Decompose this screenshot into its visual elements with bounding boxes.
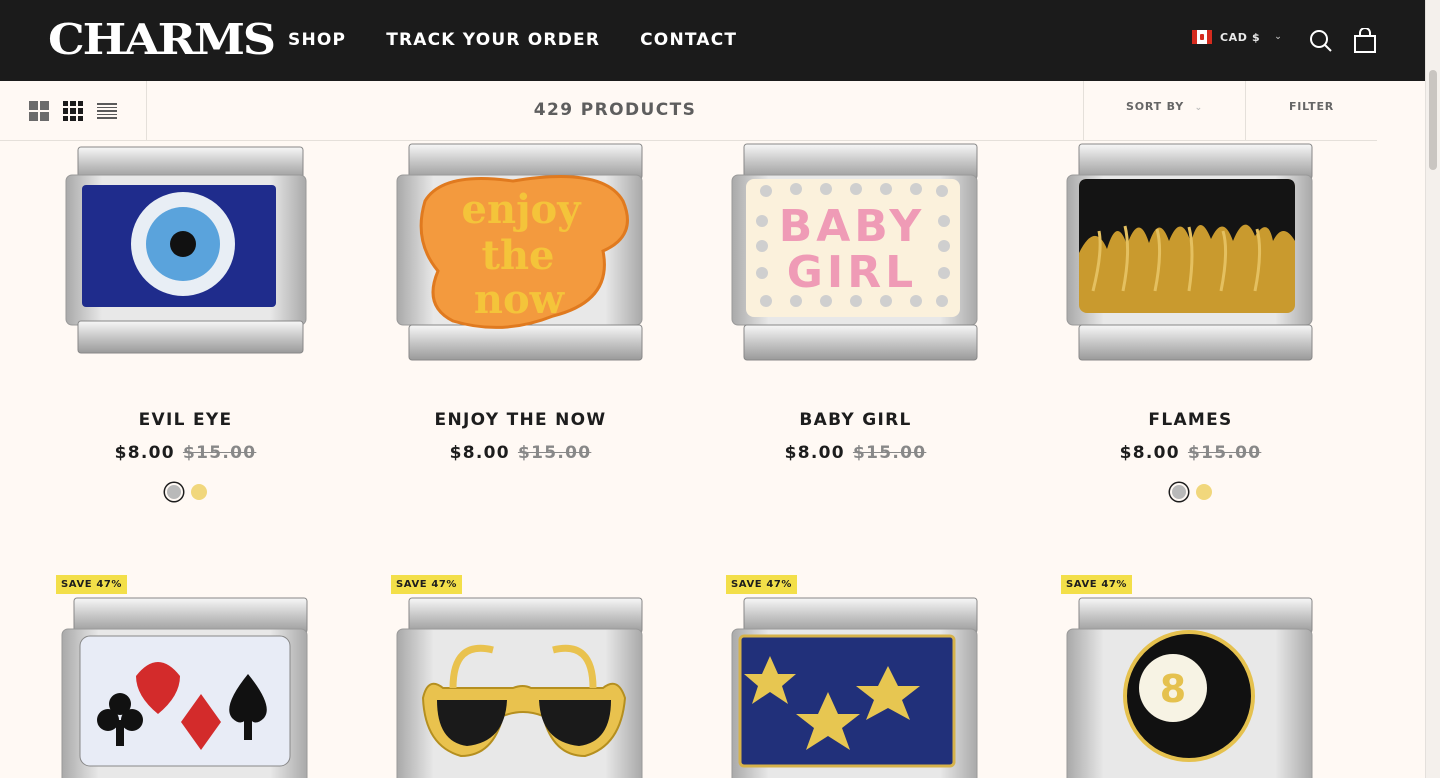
card-suits-charm-image[interactable]	[18, 596, 353, 778]
charm-text-the: the	[481, 232, 554, 279]
product-name[interactable]: BABY GIRL	[688, 410, 1023, 430]
sale-badge: SAVE 47%	[1061, 575, 1133, 594]
chevron-down-icon: ⌄	[1194, 103, 1203, 113]
sale-badge: SAVE 47%	[56, 575, 128, 594]
site-header: CHARMS SHOP TRACK YOUR ORDER CONTACT CAD…	[0, 0, 1425, 81]
search-icon[interactable]	[1308, 28, 1334, 54]
compare-price: $15.00	[1187, 443, 1262, 463]
sale-price: $8.00	[114, 443, 175, 463]
nav-contact[interactable]: CONTACT	[640, 28, 737, 52]
scrollbar-thumb[interactable]	[1429, 70, 1437, 170]
product-name[interactable]: ENJOY THE NOW	[353, 410, 688, 430]
product-price: $8.00 $15.00	[1023, 443, 1358, 463]
baby-girl-charm-image[interactable]: BABY GIRL	[688, 141, 1023, 371]
charm-text-enjoy: enjoy	[462, 186, 583, 233]
grid-2-view-icon[interactable]	[29, 101, 49, 121]
product-price: $8.00 $15.00	[18, 443, 353, 463]
gold-swatch[interactable]	[190, 484, 207, 500]
sunglasses-charm-image[interactable]	[353, 596, 688, 778]
list-view-icon[interactable]	[97, 101, 117, 121]
site-logo[interactable]: CHARMS	[48, 16, 276, 64]
enjoy-the-now-charm-image[interactable]: enjoy the now	[353, 141, 688, 371]
canada-flag-icon	[1192, 30, 1212, 44]
nav-shop[interactable]: SHOP	[288, 28, 346, 52]
product-name[interactable]: FLAMES	[1023, 410, 1358, 430]
silver-swatch[interactable]	[164, 483, 183, 501]
charm-text-now: now	[474, 276, 566, 323]
cart-bag-icon[interactable]	[1352, 28, 1378, 54]
sort-by-label: SORT BY	[1126, 100, 1184, 113]
eight-ball-charm-image[interactable]: 8	[1023, 596, 1358, 778]
charm-text-baby: BABY	[779, 201, 926, 252]
product-price: $8.00 $15.00	[353, 443, 688, 463]
compare-price: $15.00	[517, 443, 592, 463]
sale-price: $8.00	[449, 443, 510, 463]
silver-swatch[interactable]	[1169, 483, 1188, 501]
compare-price: $15.00	[182, 443, 257, 463]
nav-track-order[interactable]: TRACK YOUR ORDER	[386, 28, 600, 52]
charm-text-girl: GIRL	[787, 247, 917, 298]
layout-switcher	[0, 81, 147, 141]
chevron-down-icon: ⌄	[1274, 32, 1283, 42]
filter-button[interactable]: FILTER	[1246, 81, 1377, 141]
grid-3-view-icon[interactable]	[63, 101, 83, 121]
stars-charm-image[interactable]	[688, 596, 1023, 778]
sort-by-button[interactable]: SORT BY ⌄	[1083, 81, 1246, 141]
gold-swatch[interactable]	[1195, 484, 1212, 500]
sale-badge: SAVE 47%	[391, 575, 463, 594]
collection-toolbar: 429 PRODUCTS SORT BY ⌄ FILTER	[0, 81, 1377, 141]
product-count: 429 PRODUCTS	[533, 100, 697, 120]
evil-eye-charm-image[interactable]	[18, 141, 353, 371]
currency-selector[interactable]: CAD $ ⌄	[1192, 30, 1282, 44]
sale-price: $8.00	[784, 443, 845, 463]
sale-badge: SAVE 47%	[726, 575, 798, 594]
page-scrollbar[interactable]	[1425, 0, 1440, 778]
flames-charm-image[interactable]	[1023, 141, 1358, 371]
color-swatches	[1023, 483, 1358, 501]
product-name[interactable]: EVIL EYE	[18, 410, 353, 430]
compare-price: $15.00	[852, 443, 927, 463]
product-price: $8.00 $15.00	[688, 443, 1023, 463]
currency-label: CAD $	[1220, 30, 1261, 44]
sale-price: $8.00	[1119, 443, 1180, 463]
color-swatches	[18, 483, 353, 501]
charm-text-eight: 8	[1160, 667, 1186, 711]
main-nav: SHOP TRACK YOUR ORDER CONTACT	[288, 28, 737, 52]
